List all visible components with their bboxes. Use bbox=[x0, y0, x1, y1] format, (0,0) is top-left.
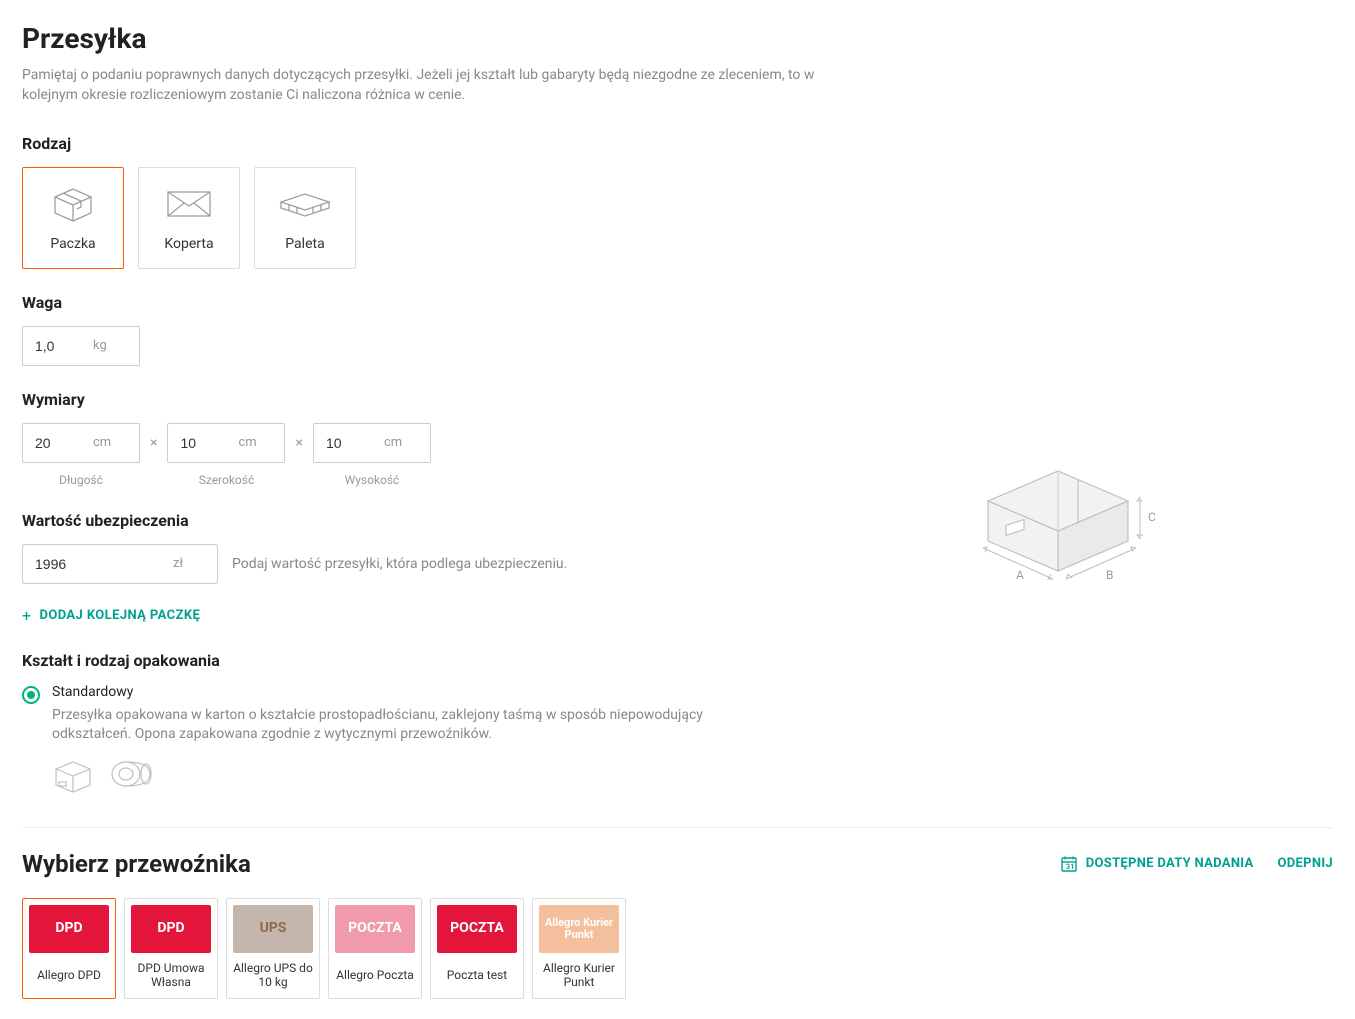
shape-option-desc: Przesyłka opakowana w karton o kształcie… bbox=[52, 706, 712, 745]
carrier-label: Allegro Kurier Punkt bbox=[537, 961, 621, 990]
available-dates-link[interactable]: 31 DOSTĘPNE DATY NADANIA bbox=[1060, 855, 1254, 873]
carrier-label: Allegro Poczta bbox=[336, 961, 414, 989]
envelope-icon bbox=[165, 184, 213, 224]
plus-icon: + bbox=[22, 606, 31, 625]
radio-dot bbox=[27, 691, 35, 699]
carrier-logo: POCZTA bbox=[335, 905, 415, 953]
pallet-icon bbox=[277, 184, 333, 224]
type-options: Paczka Koperta bbox=[22, 167, 742, 269]
type-option-paleta[interactable]: Paleta bbox=[254, 167, 356, 269]
length-field: cm bbox=[22, 423, 140, 463]
height-field: cm bbox=[313, 423, 431, 463]
page-subtitle: Pamiętaj o podaniu poprawnych danych dot… bbox=[22, 65, 872, 106]
width-input[interactable] bbox=[168, 435, 238, 451]
axis-a-label: A bbox=[1016, 568, 1024, 582]
weight-label: Waga bbox=[22, 293, 742, 312]
width-unit: cm bbox=[238, 435, 268, 450]
shape-label: Kształt i rodzaj opakowania bbox=[22, 651, 742, 670]
shape-option-label: Standardowy bbox=[52, 684, 712, 700]
dimensions-label: Wymiary bbox=[22, 390, 742, 409]
unpin-label: ODEPNIJ bbox=[1278, 856, 1333, 871]
svg-text:31: 31 bbox=[1066, 863, 1075, 871]
carrier-logo: POCZTA bbox=[437, 905, 517, 953]
carrier-card[interactable]: POCZTA Poczta test bbox=[430, 898, 524, 999]
box-3d-diagram: A B C bbox=[958, 431, 1158, 601]
length-caption: Długość bbox=[59, 473, 103, 487]
carrier-card[interactable]: UPS Allegro UPS do 10 kg bbox=[226, 898, 320, 999]
carrier-label: Allegro UPS do 10 kg bbox=[231, 961, 315, 990]
width-field: cm bbox=[167, 423, 285, 463]
width-caption: Szerokość bbox=[199, 473, 255, 487]
type-option-label: Paczka bbox=[50, 236, 95, 252]
weight-input[interactable] bbox=[23, 338, 93, 354]
insurance-input[interactable] bbox=[23, 556, 173, 572]
type-option-koperta[interactable]: Koperta bbox=[138, 167, 240, 269]
length-input[interactable] bbox=[23, 435, 93, 451]
insurance-field: zł bbox=[22, 544, 218, 584]
calendar-icon: 31 bbox=[1060, 855, 1078, 873]
add-package-button[interactable]: + DODAJ KOLEJNĄ PACZKĘ bbox=[22, 606, 742, 625]
carrier-label: DPD Umowa Własna bbox=[129, 961, 213, 990]
type-option-label: Paleta bbox=[285, 236, 324, 252]
insurance-label: Wartość ubezpieczenia bbox=[22, 511, 742, 530]
type-option-label: Koperta bbox=[164, 236, 213, 252]
carrier-card[interactable]: POCZTA Allegro Poczta bbox=[328, 898, 422, 999]
shape-radio-standard[interactable] bbox=[22, 686, 40, 704]
insurance-hint: Podaj wartość przesyłki, która podlega u… bbox=[232, 556, 567, 572]
length-unit: cm bbox=[93, 435, 123, 450]
carrier-logo: DPD bbox=[29, 905, 109, 953]
carrier-logo: UPS bbox=[233, 905, 313, 953]
box-small-icon bbox=[52, 759, 94, 799]
carrier-section-title: Wybierz przewoźnika bbox=[22, 850, 251, 878]
available-dates-label: DOSTĘPNE DATY NADANIA bbox=[1086, 856, 1254, 871]
carrier-card[interactable]: DPD DPD Umowa Własna bbox=[124, 898, 218, 999]
height-input[interactable] bbox=[314, 435, 384, 451]
height-unit: cm bbox=[384, 435, 414, 450]
page-title: Przesyłka bbox=[22, 22, 1333, 55]
dim-sep: × bbox=[295, 423, 302, 463]
type-label: Rodzaj bbox=[22, 134, 742, 153]
carrier-logo: Allegro Kurier Punkt bbox=[539, 905, 619, 953]
tire-icon bbox=[108, 759, 156, 799]
carrier-label: Allegro DPD bbox=[37, 961, 101, 989]
carrier-label: Poczta test bbox=[447, 961, 507, 989]
carrier-card[interactable]: Allegro Kurier Punkt Allegro Kurier Punkt bbox=[532, 898, 626, 999]
carrier-options: DPD Allegro DPD DPD DPD Umowa Własna UPS Alle… bbox=[22, 898, 1333, 999]
weight-field: kg bbox=[22, 326, 140, 366]
box-icon bbox=[49, 184, 97, 224]
height-caption: Wysokość bbox=[345, 473, 400, 487]
dim-sep: × bbox=[150, 423, 157, 463]
axis-c-label: C bbox=[1148, 510, 1156, 524]
axis-b-label: B bbox=[1106, 568, 1113, 582]
insurance-unit: zł bbox=[173, 556, 195, 571]
type-option-paczka[interactable]: Paczka bbox=[22, 167, 124, 269]
carrier-logo: DPD bbox=[131, 905, 211, 953]
carrier-card[interactable]: DPD Allegro DPD bbox=[22, 898, 116, 999]
weight-unit: kg bbox=[93, 338, 119, 353]
unpin-link[interactable]: ODEPNIJ bbox=[1278, 856, 1333, 871]
add-package-label: DODAJ KOLEJNĄ PACZKĘ bbox=[39, 608, 200, 623]
dimensions-row: cm Długość × cm Szerokość × cm Wysokość bbox=[22, 423, 742, 487]
